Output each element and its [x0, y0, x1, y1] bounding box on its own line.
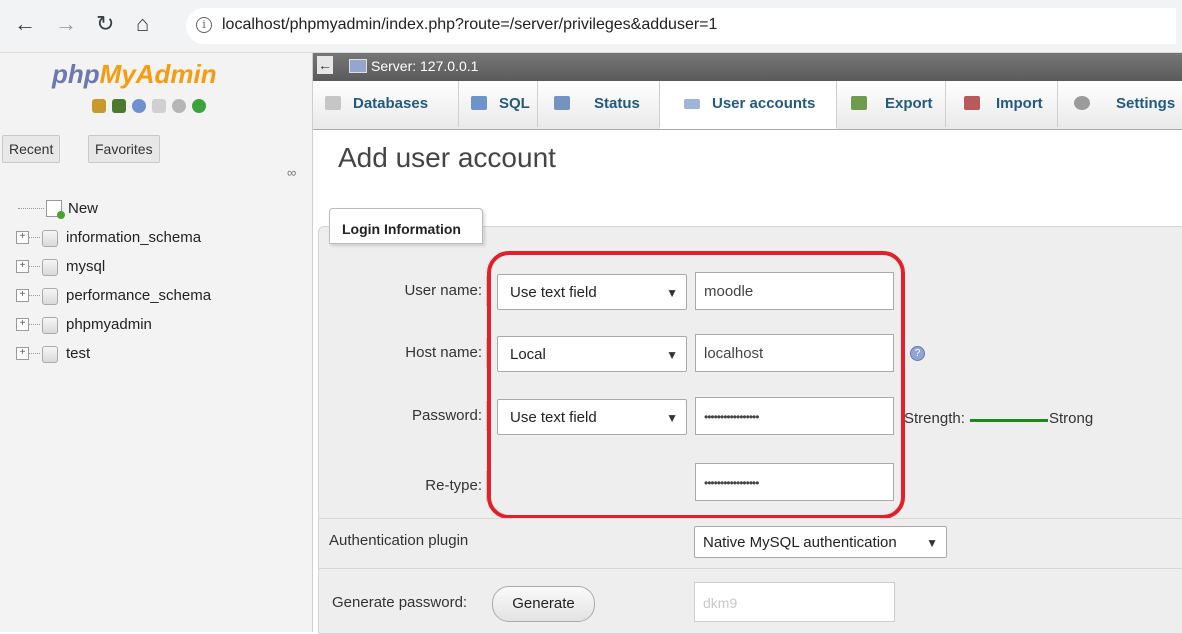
database-icon: [42, 346, 58, 363]
tree-connector: [28, 266, 40, 267]
recent-button[interactable]: Recent: [2, 135, 61, 163]
fieldset-legend: Login Information: [329, 208, 483, 244]
browser-toolbar: ← → ↻ ⌂ i localhost/phpmyadmin/index.php…: [0, 0, 1182, 53]
database-icon: [42, 288, 58, 305]
database-icon: [42, 259, 58, 276]
new-database-icon: [46, 200, 65, 219]
info-icon[interactable]: i: [196, 17, 212, 33]
tab-import[interactable]: Import: [946, 81, 1058, 127]
help-icon[interactable]: [132, 99, 146, 113]
tree-item-mysql[interactable]: + mysql: [16, 256, 211, 285]
arrow-left-icon[interactable]: ←: [14, 12, 36, 36]
home-icon[interactable]: [92, 99, 106, 113]
link-icon[interactable]: ∞: [287, 165, 296, 180]
tree-item-label: New: [68, 200, 99, 217]
tab-user-accounts[interactable]: User accounts: [660, 81, 837, 129]
chevron-down-icon: ▼: [926, 536, 938, 550]
tree-item-label: performance_schema: [66, 287, 212, 304]
tree-item-label: information_schema: [66, 229, 202, 246]
tree-connector: [28, 324, 40, 325]
tree-item-label: test: [66, 345, 91, 362]
url-text: localhost/phpmyadmin/index.php?route=/se…: [222, 16, 718, 33]
page-title: Add user account: [338, 142, 556, 173]
settings-icon: [1074, 96, 1090, 110]
server-icon: [349, 59, 367, 73]
reload-icon[interactable]: ↻: [96, 12, 114, 36]
tab-settings[interactable]: Settings: [1058, 81, 1182, 127]
tree-item-label: mysql: [66, 258, 106, 275]
arrow-right-icon[interactable]: →: [55, 12, 77, 36]
row-divider: [318, 518, 1182, 519]
hostname-label: Host name:: [380, 338, 487, 368]
auth-plugin-label: Authentication plugin: [329, 532, 469, 549]
reload-icon[interactable]: [192, 99, 206, 113]
tab-sql[interactable]: SQL: [459, 81, 538, 127]
auth-plugin-select[interactable]: Native MySQL authentication ▼: [694, 526, 947, 558]
row-divider: [318, 568, 1182, 569]
strength-meter: [970, 419, 1048, 422]
password-label: Password:: [380, 401, 487, 431]
status-icon: [554, 96, 570, 110]
server-breadcrumb: ← Server: 127.0.0.1: [313, 53, 1182, 81]
username-label: User name:: [380, 276, 487, 306]
tab-label: Databases: [353, 95, 429, 112]
import-icon: [964, 96, 980, 110]
favorites-button[interactable]: Favorites: [88, 135, 160, 163]
tab-label: Settings: [1116, 95, 1176, 112]
export-icon: [851, 96, 867, 110]
tree-item-label: phpmyadmin: [66, 316, 152, 333]
tab-label: User accounts: [712, 95, 816, 112]
select-value: Native MySQL authentication: [703, 534, 897, 551]
strength-value: Strong: [1049, 410, 1094, 427]
tree-item-new[interactable]: New: [16, 198, 211, 227]
tab-status[interactable]: Status: [538, 81, 660, 127]
tree-item-performance-schema[interactable]: + performance_schema: [16, 285, 211, 314]
logo-text-myadmin: MyAdmin: [99, 59, 217, 89]
help-icon[interactable]: ?: [910, 346, 925, 361]
gear-icon[interactable]: [172, 99, 186, 113]
tab-label: SQL: [499, 95, 530, 112]
database-icon: [42, 230, 58, 247]
generated-password-field[interactable]: dkm9: [694, 582, 895, 622]
tab-databases[interactable]: Databases: [313, 81, 459, 127]
database-tree: New + information_schema + mysql + perfo…: [16, 198, 211, 372]
generate-button[interactable]: Generate: [492, 586, 595, 622]
strength-label: Strength:: [904, 410, 965, 427]
tree-item-phpmyadmin[interactable]: + phpmyadmin: [16, 314, 211, 343]
home-icon[interactable]: ⌂: [136, 12, 149, 36]
sql-icon: [471, 96, 487, 110]
tree-item-test[interactable]: + test: [16, 343, 211, 372]
tree-connector: [28, 237, 40, 238]
nav-icon-row: [92, 99, 206, 117]
tab-label: Status: [594, 95, 640, 112]
tab-label: Export: [885, 95, 933, 112]
phpmyadmin-logo[interactable]: phpMyAdmin: [52, 59, 217, 90]
generate-password-label: Generate password:: [332, 594, 468, 611]
server-link[interactable]: Server: 127.0.0.1: [371, 58, 478, 74]
logout-icon[interactable]: [112, 99, 126, 113]
database-icon: [42, 317, 58, 334]
tree-connector: [28, 295, 40, 296]
logo-text-php: php: [52, 59, 100, 89]
tree-connector: [28, 353, 40, 354]
tab-label: Import: [996, 95, 1043, 112]
user-accounts-icon: [684, 99, 700, 109]
database-icon: [325, 96, 341, 110]
retype-label: Re-type:: [380, 471, 487, 501]
top-menu-tabs: Databases SQL Status User accounts Expor…: [313, 81, 1182, 130]
tree-connector: [18, 208, 44, 209]
docs-icon[interactable]: [152, 99, 166, 113]
tree-item-information-schema[interactable]: + information_schema: [16, 227, 211, 256]
collapse-arrow-icon[interactable]: ←: [317, 56, 333, 74]
address-bar[interactable]: i localhost/phpmyadmin/index.php?route=/…: [186, 8, 1176, 44]
red-highlight-annotation: [487, 251, 905, 519]
tab-export[interactable]: Export: [837, 81, 946, 127]
navigation-panel: phpMyAdmin Recent Favorites ∞ New + info…: [0, 53, 313, 632]
